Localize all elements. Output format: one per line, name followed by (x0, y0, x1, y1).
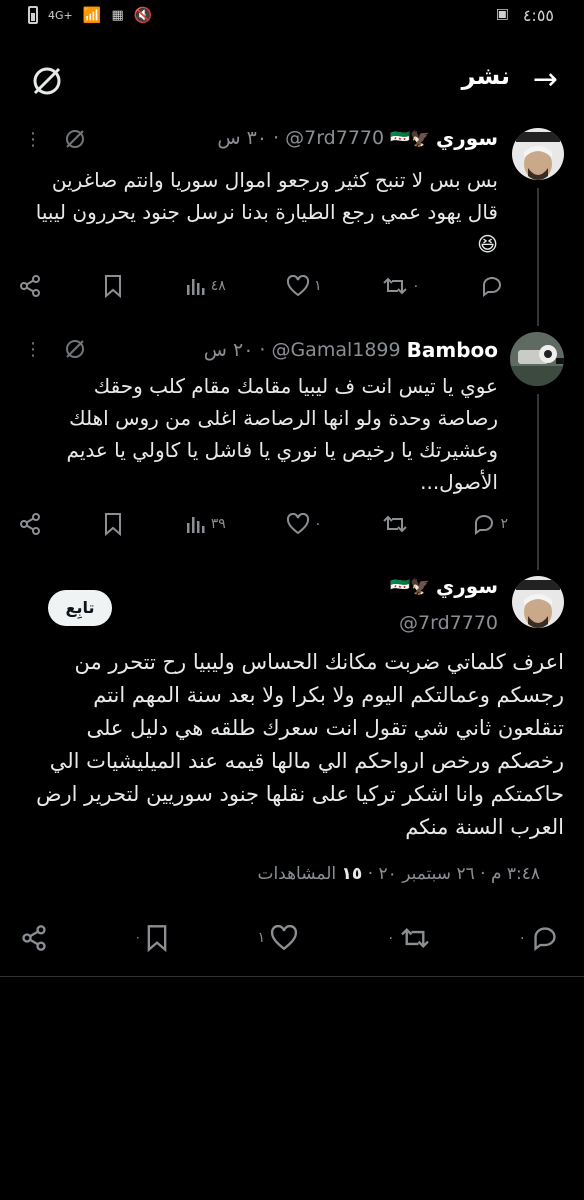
reply-button[interactable]: ٠ (518, 925, 560, 951)
page-title: نشر (461, 62, 510, 90)
post-time: ٣٠ س (217, 127, 268, 149)
reply-button[interactable] (480, 275, 508, 297)
separator-dot: · (259, 339, 266, 361)
status-icons: 4G+ 📶 ▦ 🔇 (28, 6, 152, 24)
repost-button[interactable] (382, 513, 412, 535)
repost-count: ٠ (412, 278, 420, 294)
post-text: اعرف كلماتي ضربت مكانك الحساس وليبيا رح … (36, 650, 564, 839)
reply-count: ٠ (518, 930, 526, 946)
bookmark-button[interactable] (102, 274, 124, 298)
post-header: سوري 🇸🇾🦅 @7rd7770 · ٣٠ س (217, 126, 498, 150)
post-meta: ٣:٤٨ م · ٢٦ سبتمبر ٢٠ · ١٥ المشاهدات (257, 864, 540, 884)
slash-circle-icon[interactable] (30, 64, 64, 98)
post-header: سوري 🇸🇾🦅 (390, 574, 498, 598)
like-button[interactable]: ١ (286, 275, 322, 297)
status-bar: 4G+ 📶 ▦ 🔇 ٤:٥٥ ▣ (0, 0, 584, 40)
name-flags: 🇸🇾🦅 (390, 128, 430, 148)
post-1[interactable]: سوري 🇸🇾🦅 @7rd7770 · ٣٠ س ⋮ بس بس لا تنبح… (0, 120, 584, 310)
arrow-right-icon[interactable]: → (533, 62, 558, 97)
repost-button[interactable]: ٠ (387, 925, 431, 951)
action-bar: ٣٩ ٠ ٢ (18, 512, 508, 536)
post-text: بس بس لا تنبح كثير ورجعو اموال سوريا وان… (35, 168, 498, 256)
top-bar: → نشر (0, 52, 584, 108)
slash-circle-icon[interactable] (64, 338, 86, 360)
avatar[interactable] (510, 332, 564, 386)
clock: ٤:٥٥ (522, 6, 554, 25)
heart-icon (287, 513, 310, 535)
views-button[interactable]: ٣٩ (185, 513, 226, 535)
bookmark-icon (147, 925, 167, 952)
views-button[interactable]: ٤٨ (185, 275, 226, 297)
repost-count: ٠ (387, 930, 395, 946)
like-count: ١ (314, 278, 322, 294)
views-count: ١٥ (341, 864, 363, 884)
share-button[interactable] (18, 274, 42, 298)
name-flags: 🇸🇾🦅 (390, 576, 430, 596)
heart-icon (287, 275, 310, 297)
reply-button[interactable]: ٢ (472, 513, 508, 535)
avatar[interactable] (512, 128, 564, 180)
repost-icon (383, 277, 407, 295)
user-handle[interactable]: @7rd7770 (399, 612, 498, 634)
more-icon[interactable]: ⋮ (24, 339, 42, 360)
more-icon[interactable]: ⋮ (24, 129, 42, 150)
share-icon (20, 513, 40, 535)
action-bar: ٤٨ ١ ٠ (18, 274, 508, 298)
views-count: ٤٨ (210, 278, 226, 294)
reply-icon (534, 927, 556, 951)
post-time: ٢٠ س (203, 339, 254, 361)
views-count: ٣٩ (210, 516, 226, 532)
reply-count: ٢ (500, 516, 508, 532)
like-count: ١ (257, 930, 266, 946)
post-date: ٢٦ سبتمبر ٢٠ (378, 864, 475, 884)
bookmark-button[interactable]: · (136, 924, 170, 952)
views-chart-icon (186, 517, 205, 533)
share-icon (22, 925, 46, 951)
divider (0, 976, 584, 977)
share-icon (20, 275, 40, 297)
display-name[interactable]: Bamboo (407, 338, 498, 362)
heart-icon (271, 925, 298, 951)
bookmark-icon (105, 513, 122, 536)
display-name[interactable]: سوري (436, 574, 498, 598)
user-handle[interactable]: @Gamal1899 (271, 339, 400, 361)
action-bar: · ١ ٠ ٠ (20, 924, 560, 952)
repost-icon (383, 515, 407, 533)
post-header: Bamboo @Gamal1899 · ٢٠ س (204, 338, 498, 362)
display-name[interactable]: سوري (436, 126, 498, 150)
post-tools: ⋮ (24, 128, 86, 150)
repost-button[interactable]: ٠ (382, 275, 420, 297)
reply-icon (475, 515, 494, 535)
views-chart-icon (186, 279, 205, 295)
user-handle[interactable]: @7rd7770 (285, 127, 384, 149)
mute-icon: 🔇 (133, 6, 153, 24)
image-notification-icon: ▣ (495, 6, 509, 22)
wifi-icon: ▦ (111, 7, 124, 23)
avatar[interactable] (512, 576, 564, 628)
repost-icon (400, 928, 429, 948)
like-count: ٠ (314, 516, 322, 532)
separator-dot: · (273, 127, 280, 149)
bookmark-button[interactable] (102, 512, 124, 536)
signal-icon: 📶 (82, 6, 102, 24)
follow-button[interactable]: تابِع (48, 590, 112, 626)
like-button[interactable]: ٠ (286, 513, 322, 535)
post-time: ٣:٤٨ م (490, 864, 540, 884)
bookmark-icon (105, 275, 122, 298)
share-button[interactable] (20, 924, 48, 952)
bookmark-dot: · (135, 931, 140, 945)
share-button[interactable] (18, 512, 42, 536)
battery-icon (28, 6, 38, 24)
post-tools: ⋮ (24, 338, 86, 360)
post-text: عوي يا تيس انت ف ليبيا مقامك مقام كلب وح… (66, 374, 498, 494)
post-2[interactable]: Bamboo @Gamal1899 · ٢٠ س ⋮ عوي يا تيس ان… (0, 328, 584, 554)
reply-icon (482, 277, 501, 297)
slash-circle-icon[interactable] (64, 128, 86, 150)
views-label: المشاهدات (257, 864, 337, 884)
like-button[interactable]: ١ (258, 925, 300, 951)
network-label: 4G+ (48, 8, 73, 22)
